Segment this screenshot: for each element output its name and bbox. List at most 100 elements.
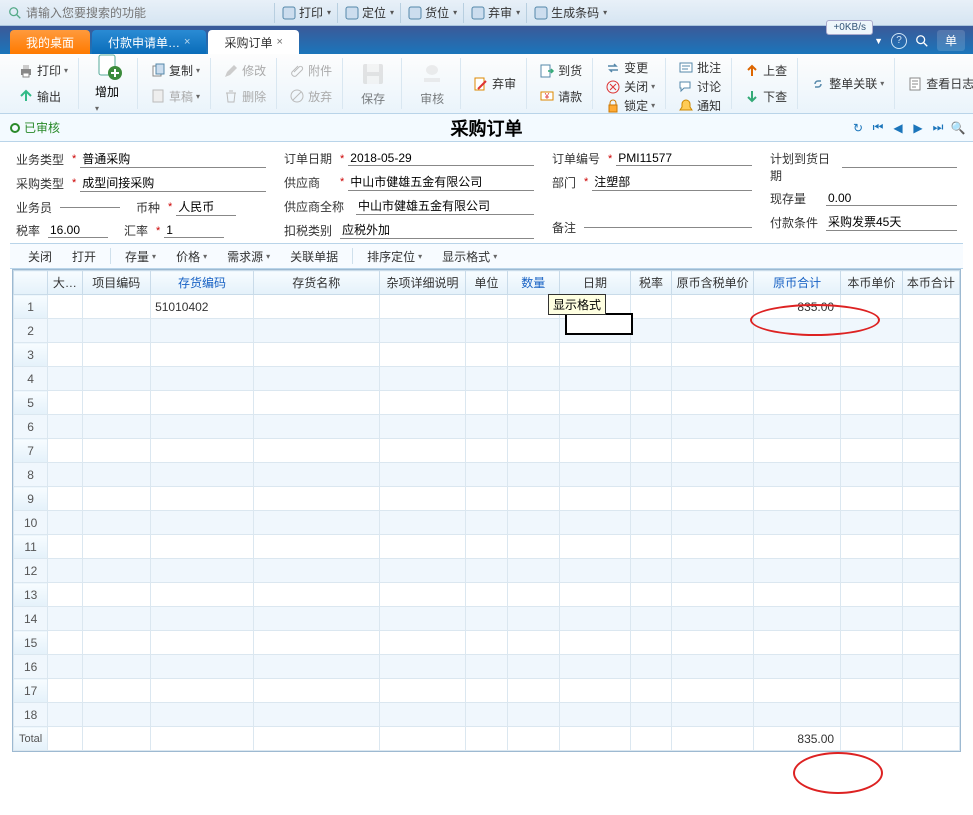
exrate-value[interactable]: 1 xyxy=(164,223,224,238)
cell-orig-total[interactable] xyxy=(754,487,841,511)
help-button[interactable]: ? xyxy=(891,33,907,49)
table-row[interactable]: 9 xyxy=(14,487,960,511)
cell-orig-total[interactable] xyxy=(754,655,841,679)
cell-stock-code[interactable] xyxy=(151,319,254,343)
table-row[interactable]: 15 xyxy=(14,631,960,655)
dept-value[interactable]: 注塑部 xyxy=(592,173,752,191)
top-locate[interactable]: 定位▾ xyxy=(337,3,400,23)
cell-stock-code[interactable] xyxy=(151,655,254,679)
table-row[interactable]: 13 xyxy=(14,583,960,607)
tab-close-icon[interactable]: × xyxy=(184,36,190,48)
col-local-unit-price[interactable]: 本币单价 xyxy=(841,271,903,295)
refresh-icon[interactable]: ↻ xyxy=(851,121,865,135)
cell-orig-total[interactable] xyxy=(754,343,841,367)
last-record-icon[interactable]: ⏭ xyxy=(931,121,945,135)
cell-stock-code[interactable] xyxy=(151,631,254,655)
col-taxrate[interactable]: 税率 xyxy=(630,271,671,295)
cell-orig-total[interactable] xyxy=(754,583,841,607)
cell-stock-code[interactable] xyxy=(151,463,254,487)
cell-stock-code[interactable] xyxy=(151,391,254,415)
top-slot[interactable]: 货位▾ xyxy=(400,3,463,23)
table-row[interactable]: 16 xyxy=(14,655,960,679)
cell-stock-code[interactable] xyxy=(151,583,254,607)
arrive-button[interactable]: 到货 xyxy=(535,61,586,80)
trace-up-button[interactable]: 上查 xyxy=(740,61,791,80)
biz-type-value[interactable]: 普通采购 xyxy=(80,150,266,168)
view-log-button[interactable]: 查看日志▾ xyxy=(903,74,973,93)
col-qty[interactable]: 数量 xyxy=(507,271,560,295)
col-misc[interactable]: 杂项详细说明 xyxy=(379,271,466,295)
table-row[interactable]: 5 xyxy=(14,391,960,415)
col-rownum[interactable] xyxy=(14,271,48,295)
supplier-value[interactable]: 中山市健雄五金有限公司 xyxy=(348,173,534,191)
col-orig-unit-price[interactable]: 原币含税单价 xyxy=(672,271,754,295)
table-row[interactable]: 14 xyxy=(14,607,960,631)
table-row[interactable]: 10 xyxy=(14,511,960,535)
pay-term-value[interactable]: 采购发票45天 xyxy=(826,213,957,231)
cell-orig-total[interactable] xyxy=(754,559,841,583)
cell-orig-total[interactable] xyxy=(754,679,841,703)
tab-po[interactable]: 采购订单× xyxy=(208,30,298,54)
sort-menu[interactable]: 排序定位▾ xyxy=(359,246,430,267)
cell-orig-total[interactable] xyxy=(754,319,841,343)
salesman-value[interactable] xyxy=(60,207,120,208)
change-button[interactable]: 变更 xyxy=(601,58,659,77)
cell-orig-total[interactable] xyxy=(754,703,841,727)
plan-date-value[interactable] xyxy=(842,167,957,168)
col-big[interactable]: 大… xyxy=(48,271,82,295)
cell-stock-code[interactable] xyxy=(151,607,254,631)
first-record-icon[interactable]: ⏮ xyxy=(871,121,885,135)
search-record-icon[interactable]: 🔍 xyxy=(951,121,965,135)
pur-type-value[interactable]: 成型间接采购 xyxy=(80,174,266,192)
tab-close-icon[interactable]: × xyxy=(276,36,282,48)
search-icon[interactable] xyxy=(915,34,929,48)
cell-stock-code[interactable] xyxy=(151,439,254,463)
close-doc-button[interactable]: 关闭▾ xyxy=(601,77,659,96)
cell-orig-total[interactable] xyxy=(754,391,841,415)
invoice-button[interactable]: ¥请款 xyxy=(535,87,586,106)
active-grid-cell[interactable] xyxy=(565,313,633,335)
taxrate-value[interactable]: 16.00 xyxy=(48,223,108,238)
link-all-button[interactable]: 整单关联▾ xyxy=(806,74,888,93)
col-unit[interactable]: 单位 xyxy=(466,271,507,295)
tax-cat-value[interactable]: 应税外加 xyxy=(340,221,534,239)
cell-stock-code[interactable] xyxy=(151,415,254,439)
global-search-input[interactable] xyxy=(26,6,246,20)
display-menu[interactable]: 显示格式▾ xyxy=(434,246,505,267)
table-row[interactable]: 11 xyxy=(14,535,960,559)
col-orig-total[interactable]: 原币合计 xyxy=(754,271,841,295)
demand-menu[interactable]: 需求源▾ xyxy=(219,246,278,267)
table-row[interactable]: 4 xyxy=(14,367,960,391)
prev-record-icon[interactable]: ◀ xyxy=(891,121,905,135)
lock-button[interactable]: 锁定▾ xyxy=(601,96,659,115)
table-row[interactable]: 6 xyxy=(14,415,960,439)
cell-orig-total[interactable] xyxy=(754,439,841,463)
cell-stock-code[interactable] xyxy=(151,367,254,391)
global-search[interactable] xyxy=(4,6,274,20)
order-date-value[interactable]: 2018-05-29 xyxy=(348,151,534,166)
remark-value[interactable] xyxy=(584,227,752,228)
discuss-button[interactable]: 讨论 xyxy=(674,77,725,96)
reject-button[interactable]: 弃审 xyxy=(469,74,520,93)
top-barcode[interactable]: 生成条码▾ xyxy=(526,3,613,23)
col-date[interactable]: 日期 xyxy=(560,271,631,295)
table-row[interactable]: 151010402835.00 xyxy=(14,295,960,319)
stock-menu[interactable]: 存量▾ xyxy=(117,246,164,267)
related-button[interactable]: 关联单据 xyxy=(282,246,346,267)
cell-orig-total[interactable] xyxy=(754,631,841,655)
col-project-code[interactable]: 项目编码 xyxy=(82,271,151,295)
tab-desktop[interactable]: 我的桌面 xyxy=(10,30,90,54)
cell-stock-code[interactable] xyxy=(151,559,254,583)
cell-stock-code[interactable] xyxy=(151,343,254,367)
cell-orig-total[interactable] xyxy=(754,415,841,439)
cell-orig-total[interactable] xyxy=(754,607,841,631)
table-row[interactable]: 17 xyxy=(14,679,960,703)
cell-orig-total[interactable] xyxy=(754,535,841,559)
tab-payment[interactable]: 付款申请单…× xyxy=(92,30,206,54)
tab-search[interactable]: 单 xyxy=(937,30,965,51)
col-local-total[interactable]: 本币合计 xyxy=(902,271,959,295)
trace-down-button[interactable]: 下查 xyxy=(740,87,791,106)
cell-orig-total[interactable] xyxy=(754,367,841,391)
next-record-icon[interactable]: ▶ xyxy=(911,121,925,135)
table-row[interactable]: 7 xyxy=(14,439,960,463)
